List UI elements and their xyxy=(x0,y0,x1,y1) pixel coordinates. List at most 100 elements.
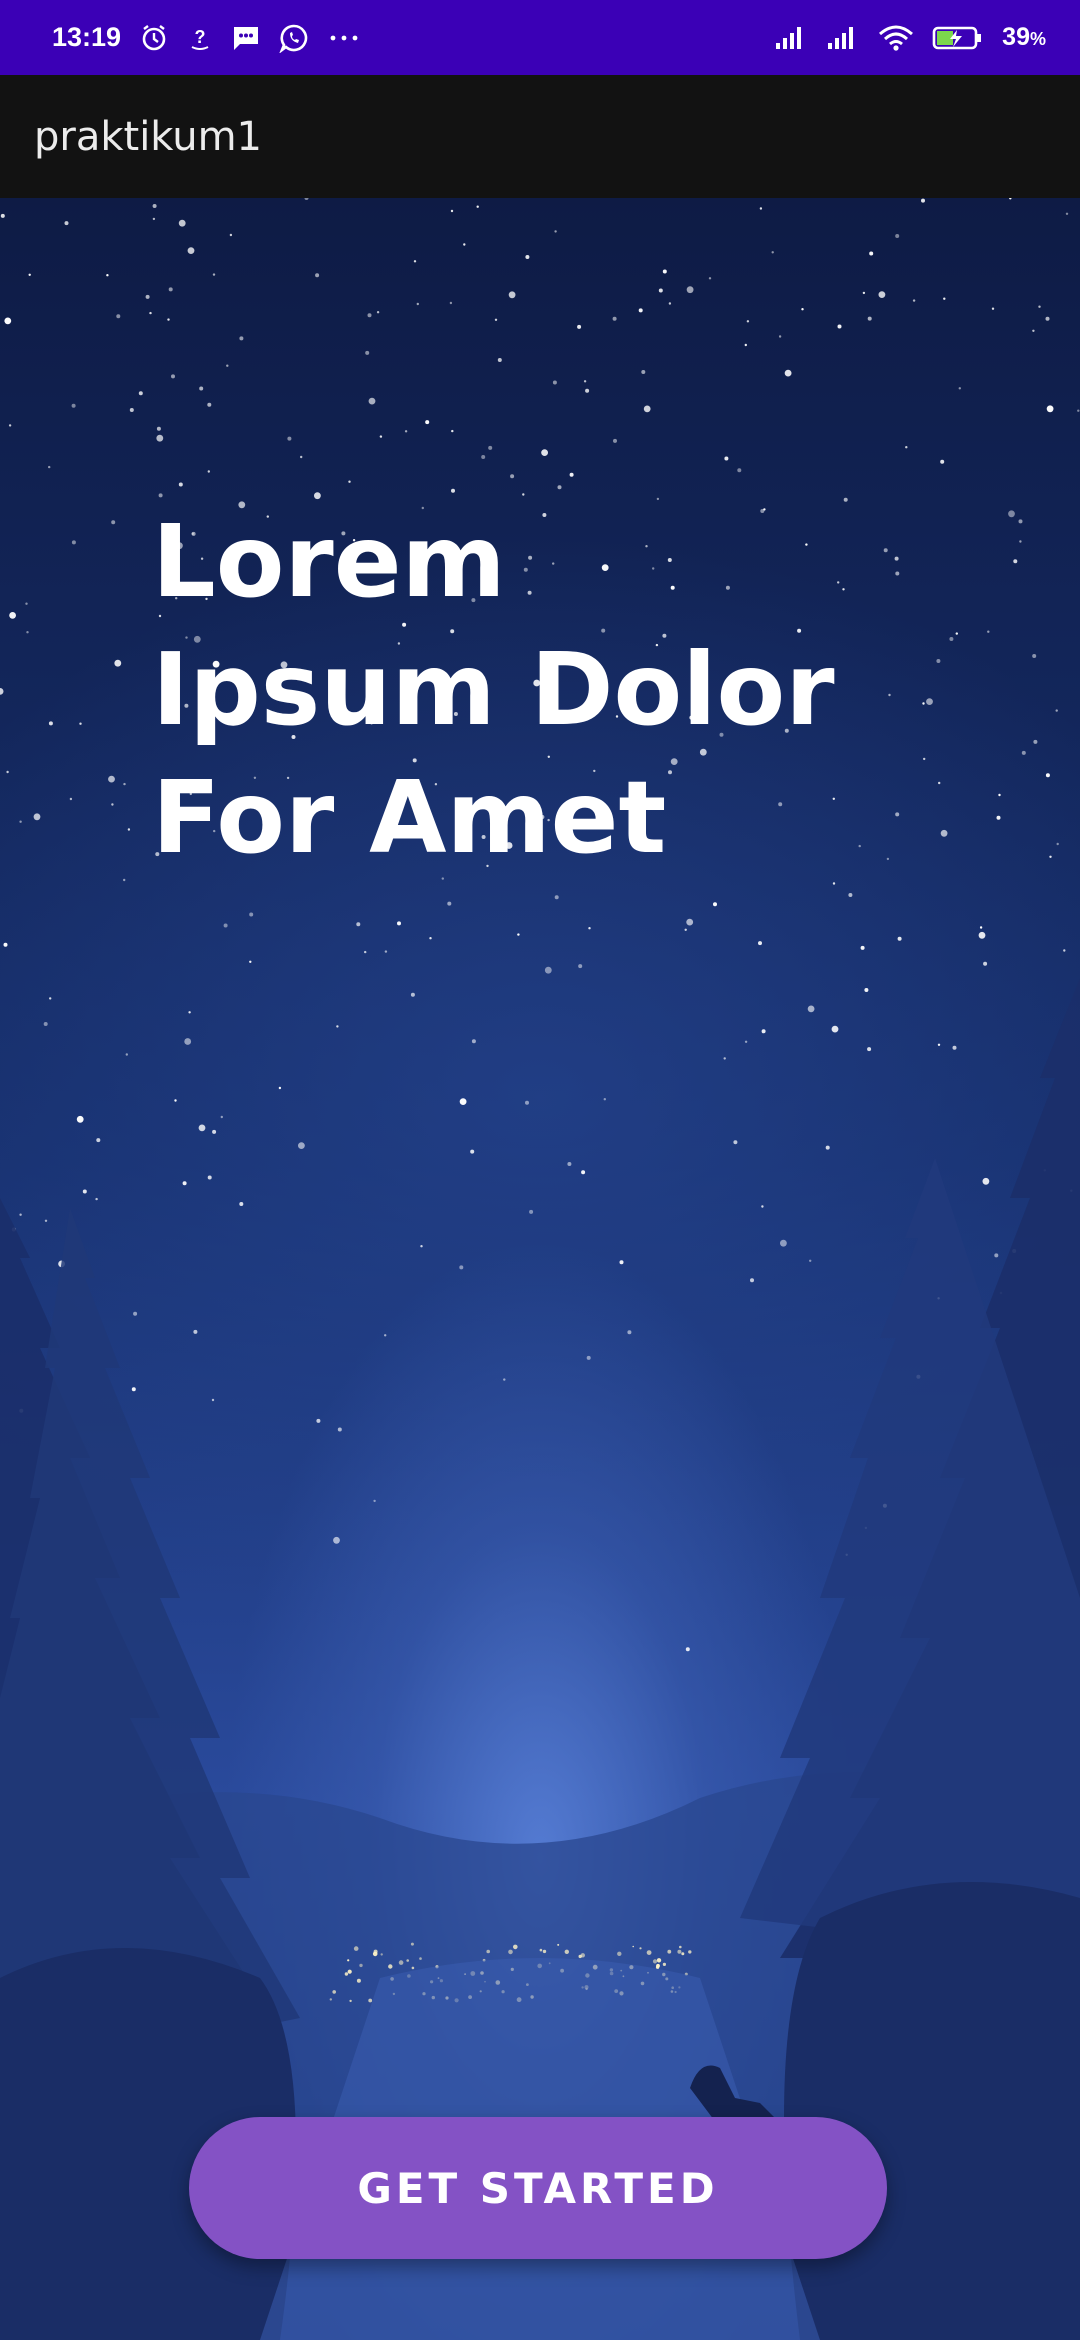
star xyxy=(19,820,22,823)
star xyxy=(897,936,902,941)
star xyxy=(384,950,388,953)
town-light xyxy=(353,1946,359,1951)
star xyxy=(26,631,29,634)
star xyxy=(49,997,52,1000)
star xyxy=(249,912,254,917)
star xyxy=(1032,654,1037,658)
star xyxy=(79,722,82,725)
star xyxy=(82,1189,87,1194)
star xyxy=(33,813,41,821)
star xyxy=(807,1005,815,1013)
town-light xyxy=(347,1959,350,1962)
star xyxy=(459,1265,464,1270)
star xyxy=(525,1100,529,1105)
star xyxy=(364,950,367,954)
star xyxy=(304,198,309,200)
star xyxy=(1045,316,1050,321)
star xyxy=(184,1038,192,1045)
star xyxy=(1008,510,1015,518)
star xyxy=(19,1213,22,1216)
status-bar: 13:19 ? 39% xyxy=(0,0,1080,75)
star xyxy=(684,928,687,931)
town-light xyxy=(667,1949,672,1954)
hero-headline: Lorem Ipsum Dolor For Amet xyxy=(152,498,952,882)
battery-percent: 39% xyxy=(1002,23,1046,52)
town-light xyxy=(344,1972,349,1976)
signal-icon xyxy=(774,25,808,51)
star xyxy=(365,350,370,355)
star xyxy=(239,1202,244,1206)
get-started-button[interactable]: GET STARTED xyxy=(189,2117,887,2259)
town-light xyxy=(679,1945,682,1949)
star xyxy=(1056,842,1059,846)
star xyxy=(658,288,663,293)
star xyxy=(497,358,502,362)
town-light xyxy=(662,1962,667,1966)
star xyxy=(425,420,430,425)
star xyxy=(1009,198,1012,200)
town-light xyxy=(410,1942,414,1946)
star xyxy=(1077,409,1080,412)
star xyxy=(447,901,452,906)
star xyxy=(998,793,1001,797)
star xyxy=(404,430,408,433)
star xyxy=(48,465,51,469)
app-screen: 13:19 ? 39% praktikum1 Lorem Ipsum Dolor… xyxy=(0,0,1080,2340)
town-light xyxy=(557,1943,560,1946)
star xyxy=(708,277,712,280)
star xyxy=(733,1140,738,1145)
status-time: 13:19 xyxy=(52,22,122,52)
star xyxy=(476,205,479,208)
star xyxy=(96,1138,101,1143)
star xyxy=(1033,739,1038,744)
town-light xyxy=(380,1953,383,1956)
star xyxy=(111,803,114,806)
star xyxy=(71,403,76,408)
star xyxy=(979,926,983,929)
star xyxy=(613,438,617,443)
star xyxy=(316,1418,321,1423)
star xyxy=(778,335,782,338)
headline-line: For Amet xyxy=(152,759,667,876)
star xyxy=(207,402,212,407)
star xyxy=(578,964,583,969)
star xyxy=(158,493,163,498)
star xyxy=(298,1142,305,1149)
star xyxy=(503,1378,506,1381)
star xyxy=(588,927,591,930)
star xyxy=(832,882,836,885)
star xyxy=(220,1115,223,1119)
town-light xyxy=(388,1964,393,1969)
star xyxy=(211,1398,215,1402)
star xyxy=(983,961,988,966)
star xyxy=(336,1025,339,1028)
headline-line: Ipsum Dolor xyxy=(152,631,835,748)
star xyxy=(123,878,126,882)
star xyxy=(145,294,150,299)
town-light xyxy=(349,1999,352,2003)
star xyxy=(987,630,990,633)
star xyxy=(724,456,729,461)
star xyxy=(801,308,804,311)
app-bar: praktikum1 xyxy=(0,75,1080,198)
star xyxy=(337,1427,342,1432)
star xyxy=(384,1334,387,1337)
town-light xyxy=(372,1951,378,1957)
star xyxy=(410,992,415,997)
star xyxy=(1055,709,1058,712)
star xyxy=(1013,559,1018,564)
whatsapp-icon xyxy=(279,23,309,53)
town-light xyxy=(681,1952,685,1956)
star xyxy=(567,1162,572,1166)
star xyxy=(95,1197,98,1201)
star xyxy=(69,797,73,801)
star xyxy=(771,251,774,254)
star xyxy=(43,1022,48,1026)
star xyxy=(156,434,164,442)
star xyxy=(207,1175,212,1180)
star xyxy=(1019,540,1022,543)
star xyxy=(287,436,292,441)
star xyxy=(940,459,945,464)
star xyxy=(212,1129,217,1134)
star xyxy=(123,782,126,786)
